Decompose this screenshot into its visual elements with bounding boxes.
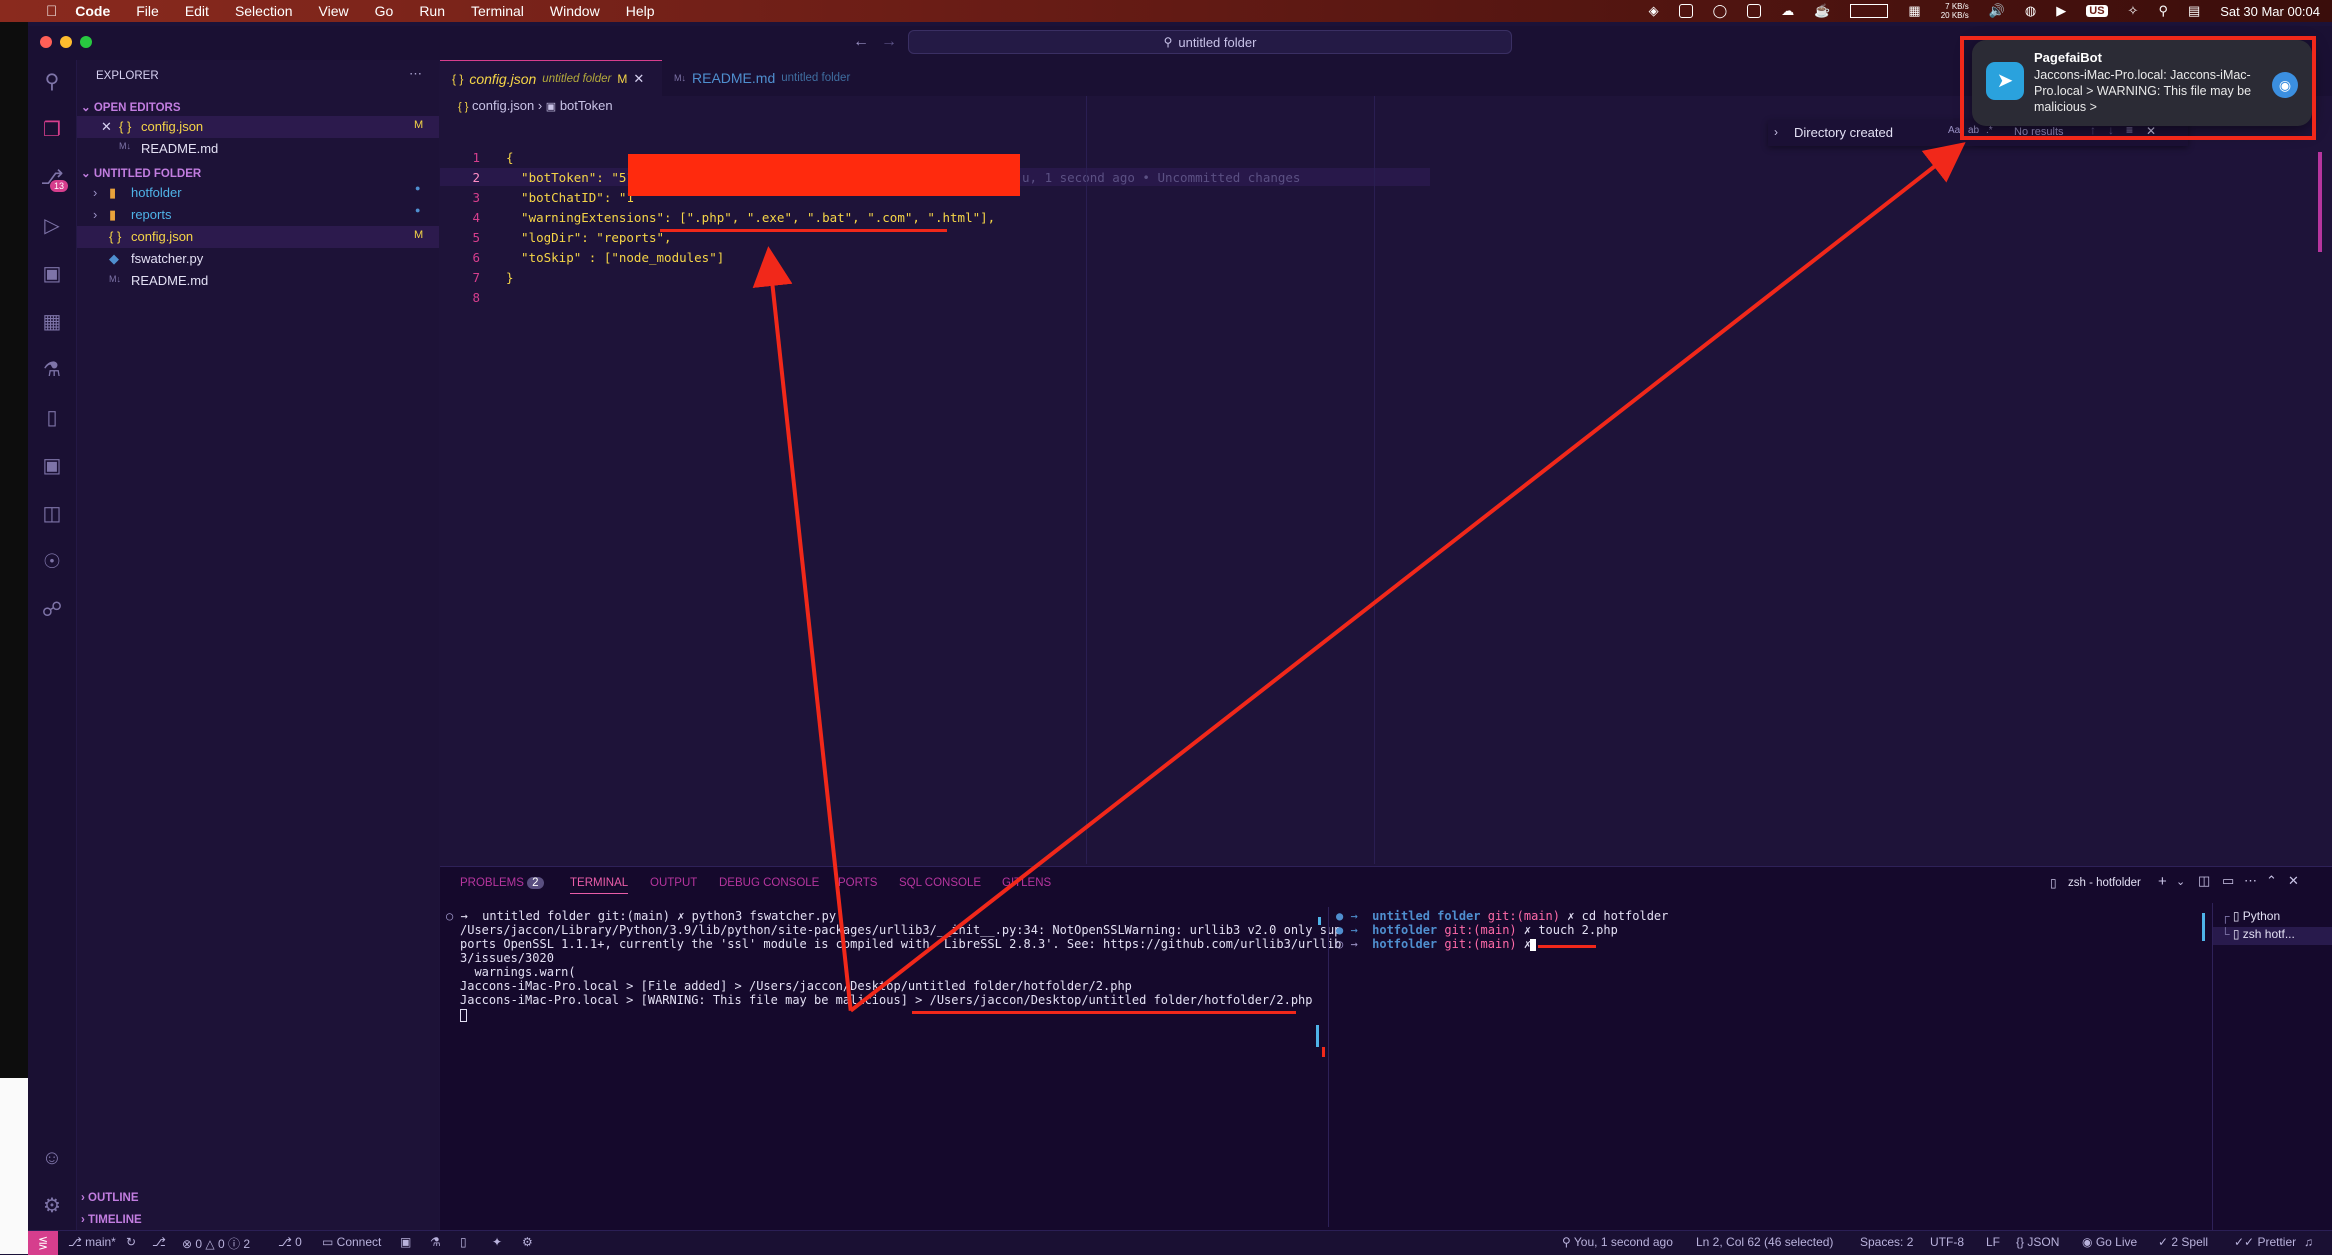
annotation-arrow bbox=[752, 246, 853, 1011]
annotation-arrows bbox=[752, 142, 1966, 1013]
annotation-arrow bbox=[849, 142, 1966, 1013]
